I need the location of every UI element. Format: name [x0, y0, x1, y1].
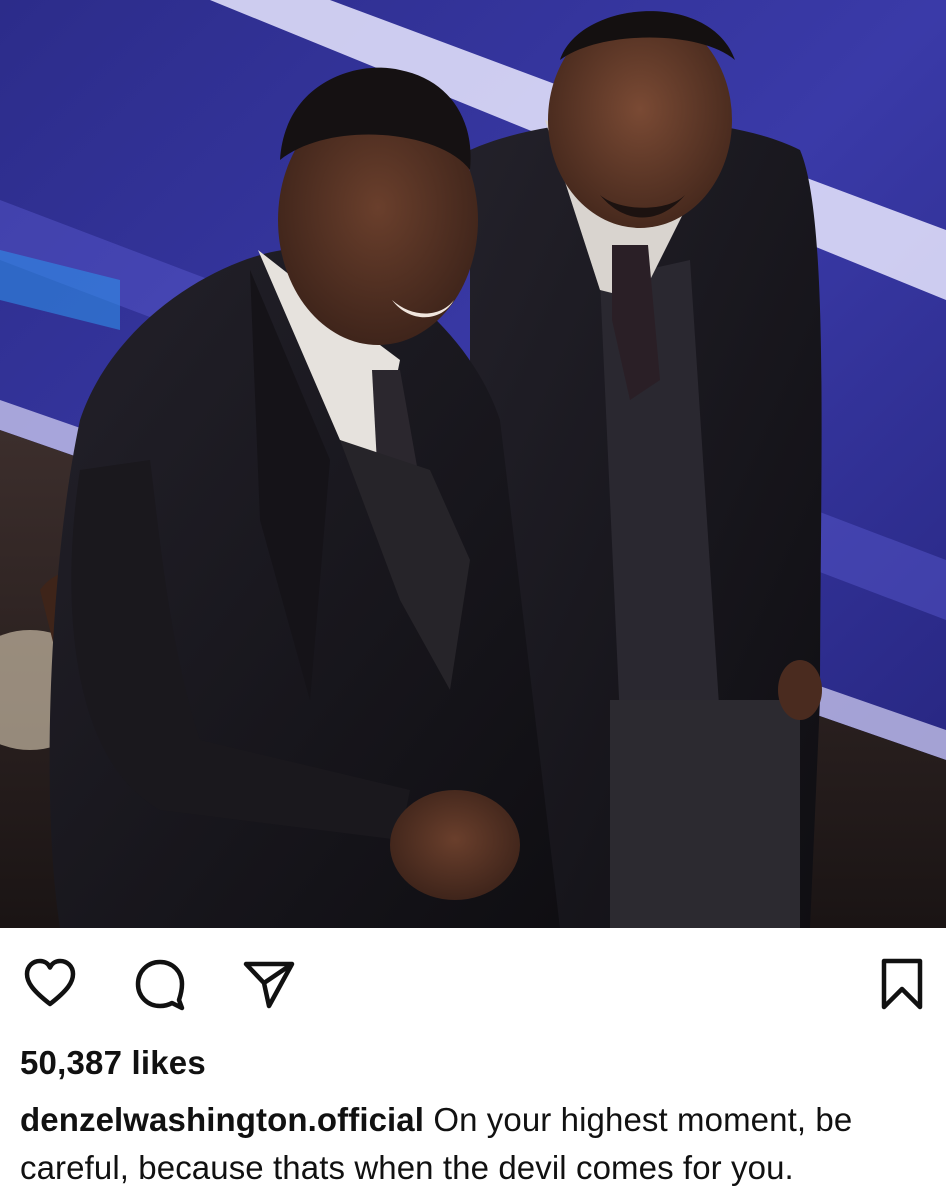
likes-count[interactable]: 50,387 likes — [20, 1044, 206, 1082]
save-button[interactable] — [870, 952, 934, 1016]
comment-button[interactable] — [128, 952, 192, 1016]
photo-image — [0, 0, 946, 928]
heart-icon — [24, 958, 76, 1007]
paper-plane-icon — [243, 961, 295, 1009]
bookmark-icon — [881, 958, 923, 1010]
comment-icon — [135, 959, 185, 1011]
post-photo[interactable] — [0, 0, 946, 928]
post-caption: denzelwashington.official On your highes… — [20, 1096, 930, 1192]
caption-username[interactable]: denzelwashington.official — [20, 1101, 424, 1138]
like-button[interactable] — [18, 952, 82, 1016]
instagram-post: 50,387 likes denzelwashington.official O… — [0, 0, 946, 1200]
share-button[interactable] — [237, 952, 301, 1016]
